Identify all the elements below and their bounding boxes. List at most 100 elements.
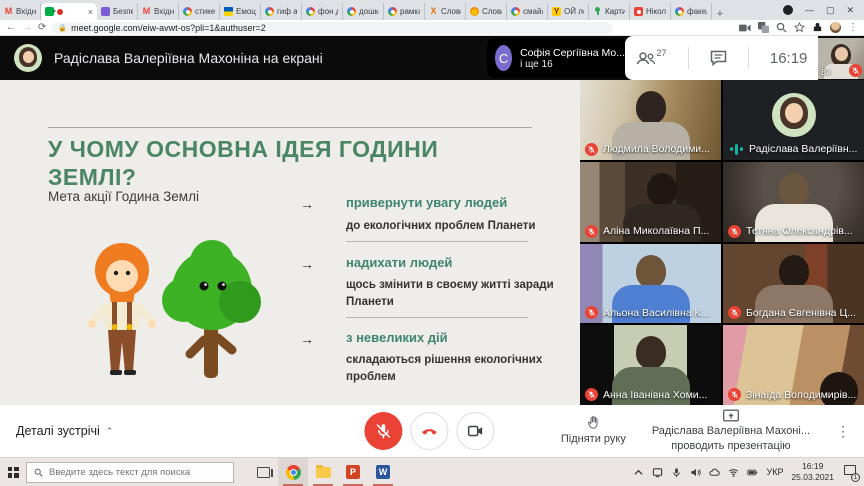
tab-gmail-2[interactable]: MВхідні [138,3,179,20]
google-icon [675,7,684,16]
tab-fakel[interactable]: факел [671,3,712,20]
tab-close-icon[interactable]: × [88,7,93,17]
camera-button[interactable] [456,412,494,450]
search-input[interactable] [49,467,219,478]
speaking-indicator-icon [728,143,744,156]
tab-emoci[interactable]: Емоці [220,3,261,20]
participants-button[interactable]: 27 [636,50,667,66]
network-wifi-icon[interactable] [728,467,739,478]
action-center-button[interactable]: 1 [842,465,858,479]
notification-more: і ще 16 [520,59,625,70]
taskbar-explorer[interactable] [308,458,338,486]
task-view-icon [257,467,270,478]
mic-muted-icon [585,388,598,401]
taskbar-clock[interactable]: 16:19 25.03.2021 [791,461,834,482]
bookmark-star-icon[interactable] [794,22,805,33]
tab-gif[interactable]: гиф а [261,3,302,20]
tab-nikol[interactable]: Нікол [630,3,671,20]
participant-grid: Людмила Володими... Радіслава Валеріївн.… [580,80,864,405]
camera-indicator-icon[interactable] [739,23,751,33]
taskbar-date: 25.03.2021 [791,472,834,483]
bullet-heading: надихати людей [346,255,561,270]
start-button[interactable] [0,458,26,486]
tab-karty[interactable]: Карти [589,3,630,20]
translate-icon[interactable] [758,22,769,33]
task-view-button[interactable] [248,458,278,486]
taskbar-powerpoint[interactable]: P [338,458,368,486]
onedrive-cloud-icon[interactable] [709,467,720,478]
notification-count-badge: 1 [851,473,860,482]
hidden-icons-chevron-icon[interactable] [633,467,644,478]
extensions-icon[interactable] [812,22,823,33]
mic-muted-icon [585,225,598,238]
tab-stike[interactable]: стике [179,3,220,20]
new-tab-button[interactable]: + [712,8,728,20]
battery-icon[interactable] [747,467,758,478]
tab-fon[interactable]: фон д [302,3,343,20]
tab-doshka[interactable]: дошка [343,3,384,20]
tab-slova-1[interactable]: XСлова [425,3,466,20]
meet-camera-icon [45,7,54,16]
language-indicator[interactable]: УКР [766,467,783,477]
tab-slova-2[interactable]: Слова [466,3,507,20]
bullet-body: складаються рішення екологічних проблем [346,352,556,387]
hangup-button[interactable] [410,412,448,450]
participant-avatar [772,93,816,137]
raise-hand-button[interactable]: Підняти руку [561,415,626,446]
volume-icon[interactable] [690,467,701,478]
participant-notification[interactable]: C Софія Сергіївна Мо... і ще 16 [487,38,625,78]
system-tray: УКР 16:19 25.03.2021 1 [633,461,864,482]
participant-count: 27 [657,48,667,58]
browser-profile-icon[interactable] [783,5,793,15]
presenting-banner: Радіслава Валеріївна Махоніна на екрані [54,50,323,66]
tab-meet-active[interactable]: × [41,3,97,20]
zoom-icon[interactable] [776,22,787,33]
tab-oy[interactable]: YОЙ ло [548,3,589,20]
mute-button[interactable] [364,412,402,450]
tab-ramka[interactable]: рамка [384,3,425,20]
mic-muted-icon [728,306,741,319]
tray-mic-icon[interactable] [671,467,682,478]
arrow-icon: → [300,196,340,212]
participant-tile[interactable]: Зінаїда Володимирів... [723,325,864,405]
self-view-tile[interactable]: Ви [818,38,864,79]
tab-bezpe[interactable]: Безпе [97,3,138,20]
browser-tab-strip: MВхідні × Безпе MВхідні стике Емоці гиф … [0,0,864,20]
meet-footer: Деталі зустрічі ⌃ Підняти руку Радіслава… [0,405,864,457]
reload-icon[interactable]: ⟳ [38,21,46,35]
taskbar-chrome[interactable] [278,458,308,486]
forward-icon[interactable]: → [22,21,32,35]
shared-presentation: У ЧОМУ ОСНОВНА ІДЕЯ ГОДИНИ ЗЕМЛІ? Мета а… [0,80,580,405]
participant-tile[interactable]: Радіслава Валеріївн... [723,80,864,160]
taskbar-word[interactable]: W [368,458,398,486]
taskbar-search[interactable] [26,462,234,483]
more-options-icon[interactable]: ⋮ [836,423,850,440]
people-icon [636,50,656,66]
fire-icon [470,7,479,16]
maximize-button[interactable]: ▢ [826,0,835,20]
presenting-status[interactable]: Радіслава Валеріївна Махоні...проводить … [652,409,810,453]
display-icon[interactable] [652,467,663,478]
back-icon[interactable]: ← [6,21,16,35]
chat-button[interactable] [710,50,727,66]
participant-tile[interactable]: Анна Іванівна Хоми... [580,325,721,405]
participant-tile[interactable]: Альона Василівна К... [580,244,721,324]
tab-gmail-1[interactable]: MВхідні [0,3,41,20]
close-button[interactable]: ✕ [846,0,854,20]
minimize-button[interactable]: — [805,0,814,20]
participant-name: Альона Василівна К... [603,307,709,319]
tab-smile[interactable]: смайл [507,3,548,20]
meeting-details-button[interactable]: Деталі зустрічі ⌃ [16,424,113,438]
participant-tile[interactable]: Тетяна Олександрів... [723,162,864,242]
participant-tile[interactable]: Богдана Євгенівна Ц... [723,244,864,324]
participant-tile[interactable]: Людмила Володими... [580,80,721,160]
hand-icon [586,415,601,430]
slide-subtitle: Мета акції Година Землі [48,189,199,204]
folder-icon [316,467,331,478]
participant-tile[interactable]: Аліна Миколаївна П... [580,162,721,242]
address-bar[interactable]: 🔒 meet.google.com/eiw-avwt-os?pli=1&auth… [52,22,612,34]
divider [688,47,689,69]
profile-avatar[interactable] [830,22,841,33]
browser-menu-icon[interactable]: ⋮ [848,21,858,35]
bullet-body: щось змінити в своєму житті заради Плане… [346,277,556,312]
